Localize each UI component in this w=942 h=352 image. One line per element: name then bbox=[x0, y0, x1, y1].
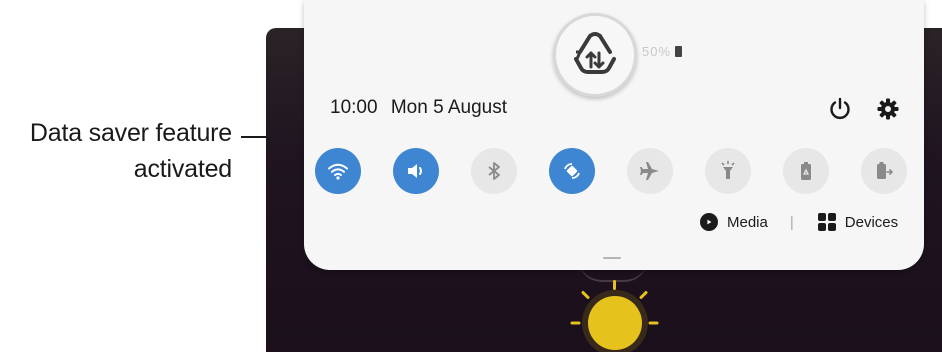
magnifier-bubble bbox=[553, 13, 637, 97]
wifi-icon bbox=[328, 163, 348, 180]
separator: | bbox=[789, 213, 794, 231]
power-saving-toggle[interactable] bbox=[783, 148, 829, 194]
play-icon[interactable] bbox=[700, 213, 718, 231]
callout-line-2: activated bbox=[133, 155, 232, 183]
flashlight-icon bbox=[721, 161, 735, 179]
clock-date: Mon 5 August bbox=[390, 97, 508, 118]
volume-icon bbox=[408, 164, 422, 178]
airplane-icon bbox=[640, 162, 659, 180]
callout-label: Data saver feature activated bbox=[0, 115, 232, 187]
wallpaper-ray bbox=[570, 321, 581, 325]
battery-recycle-icon bbox=[801, 162, 811, 180]
auto-rotate-toggle[interactable] bbox=[549, 148, 595, 194]
airplane-mode-toggle[interactable] bbox=[627, 148, 673, 194]
date-time: 10:00 Mon 5 August bbox=[330, 97, 507, 119]
media-button[interactable]: Media bbox=[727, 214, 768, 231]
wallpaper-ray bbox=[648, 321, 659, 325]
devices-icon[interactable] bbox=[817, 213, 836, 231]
wallpaper-ray bbox=[580, 290, 591, 300]
wireless-powershare-toggle[interactable] bbox=[861, 148, 907, 194]
panel-drag-handle[interactable] bbox=[603, 257, 621, 259]
quick-toggles bbox=[315, 148, 915, 198]
media-devices-row: Media | Devices bbox=[700, 213, 898, 231]
power-icon[interactable] bbox=[827, 96, 853, 122]
battery-icon bbox=[675, 46, 683, 57]
rotate-icon bbox=[564, 163, 580, 179]
bluetooth-toggle[interactable] bbox=[471, 148, 517, 194]
battery-share-icon bbox=[877, 162, 894, 179]
wifi-toggle[interactable] bbox=[315, 148, 361, 194]
bluetooth-icon bbox=[488, 162, 500, 180]
gear-icon[interactable] bbox=[876, 97, 900, 121]
wallpaper-ray bbox=[613, 280, 616, 290]
wallpaper-ray bbox=[638, 290, 649, 300]
screen: Data saver feature activated 50% 10:00 M… bbox=[0, 0, 942, 352]
devices-button[interactable]: Devices bbox=[845, 214, 898, 231]
sound-toggle[interactable] bbox=[393, 148, 439, 194]
callout-line-1: Data saver feature bbox=[29, 119, 232, 147]
wallpaper-sun bbox=[588, 296, 642, 350]
data-saver-icon bbox=[574, 32, 616, 74]
flashlight-toggle[interactable] bbox=[705, 148, 751, 194]
battery-percentage: 50% bbox=[642, 44, 672, 59]
clock-time: 10:00 bbox=[330, 97, 378, 118]
